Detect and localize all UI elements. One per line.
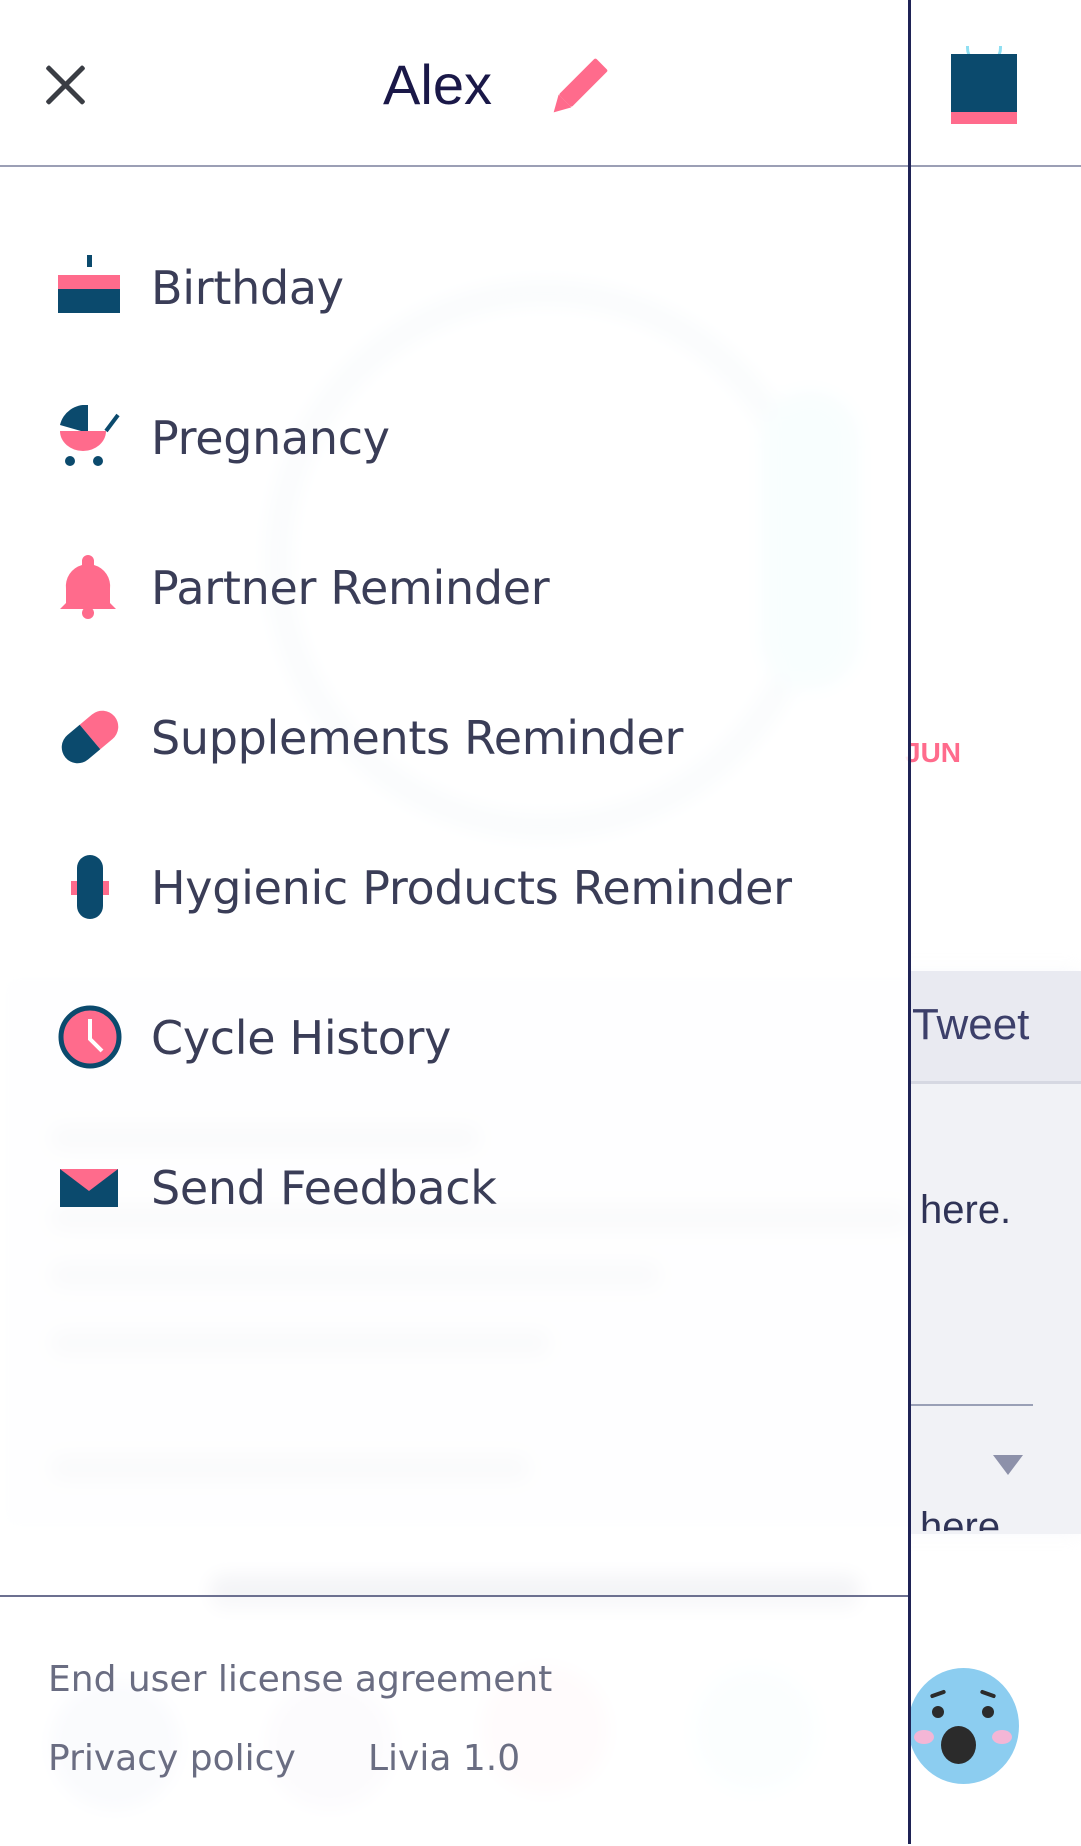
emoji-eye — [982, 1706, 994, 1718]
surprised-face-icon — [941, 1726, 976, 1764]
mood-emoji-button[interactable] — [908, 1668, 1019, 1784]
shop-bag-button[interactable] — [951, 46, 1017, 124]
eula-link[interactable]: End user license agreement — [48, 1659, 552, 1700]
menu-item-pregnancy[interactable]: Pregnancy — [0, 385, 908, 485]
menu-item-birthday[interactable]: Birthday — [0, 235, 908, 335]
pad-icon — [58, 855, 122, 919]
user-name: Alex — [383, 53, 492, 116]
tweet-text-fragment: here. — [920, 1188, 1012, 1232]
tweet-divider — [911, 1404, 1033, 1406]
shopping-bag-icon — [951, 54, 1017, 112]
side-drawer: Alex Birthday Pregnancy Partner Reminder… — [0, 0, 911, 1846]
menu-label: Supplements Reminder — [151, 711, 684, 765]
tweet-text-fragment: here — [920, 1505, 1001, 1531]
emoji-brow — [929, 1689, 947, 1699]
menu-label: Send Feedback — [151, 1161, 497, 1215]
tweet-tab-label: Tweet — [912, 1000, 1030, 1049]
stroller-icon — [58, 404, 122, 469]
app-right-strip — [911, 0, 1081, 1844]
pencil-icon[interactable] — [540, 52, 614, 126]
menu-label: Birthday — [151, 261, 344, 315]
pill-icon — [58, 705, 122, 769]
menu-item-send-feedback[interactable]: Send Feedback — [0, 1135, 908, 1235]
emoji-cheek — [914, 1730, 934, 1744]
bag-stripe — [951, 112, 1017, 124]
month-label: JUN — [905, 737, 962, 768]
drawer-menu: Birthday Pregnancy Partner Reminder Supp… — [0, 167, 908, 1595]
emoji-eye — [932, 1706, 944, 1718]
menu-item-partner-reminder[interactable]: Partner Reminder — [0, 535, 908, 635]
privacy-policy-link[interactable]: Privacy policy — [48, 1738, 296, 1779]
bell-icon — [58, 555, 122, 619]
menu-item-cycle-history[interactable]: Cycle History — [0, 985, 908, 1085]
menu-label: Cycle History — [151, 1011, 452, 1065]
menu-item-supplements-reminder[interactable]: Supplements Reminder — [0, 685, 908, 785]
menu-label: Pregnancy — [151, 411, 390, 465]
clock-icon — [58, 1005, 122, 1069]
menu-item-hygienic-products-reminder[interactable]: Hygienic Products Reminder — [0, 835, 908, 935]
drawer-footer: End user license agreement Privacy polic… — [0, 1595, 908, 1846]
emoji-cheek — [992, 1730, 1012, 1744]
cake-icon — [58, 255, 122, 319]
emoji-brow — [979, 1689, 997, 1699]
app-version: Livia 1.0 — [368, 1738, 521, 1779]
menu-label: Hygienic Products Reminder — [151, 861, 792, 915]
menu-label: Partner Reminder — [151, 561, 550, 615]
envelope-icon — [58, 1155, 122, 1219]
dropdown-arrow-icon[interactable] — [993, 1455, 1023, 1475]
app-header-divider — [911, 165, 1081, 167]
drawer-header: Alex — [0, 0, 908, 167]
